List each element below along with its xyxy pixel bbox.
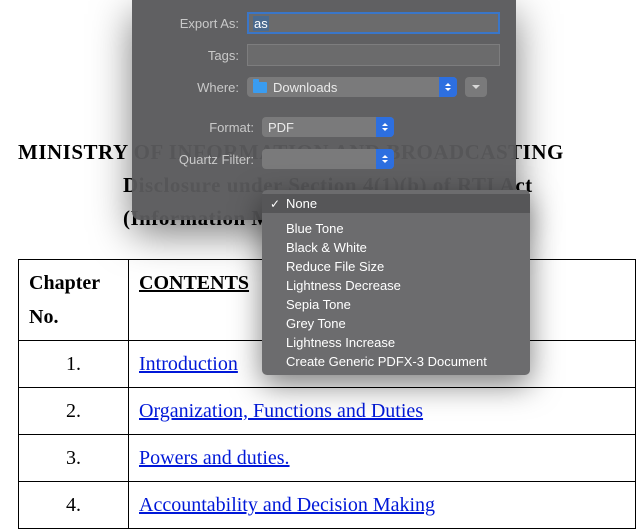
menu-item-sepia-tone[interactable]: Sepia Tone [262, 295, 530, 314]
where-label: Where: [132, 80, 247, 95]
menu-item-label: Lightness Decrease [286, 278, 401, 293]
format-value: PDF [268, 120, 294, 135]
checkmark-icon: ✓ [270, 197, 280, 211]
table-row: 4. Accountability and Decision Making [19, 482, 636, 529]
chapter-link[interactable]: Powers and duties. [139, 447, 290, 469]
menu-item-black-white[interactable]: Black & White [262, 238, 530, 257]
menu-item-label: Grey Tone [286, 316, 346, 331]
updown-arrows-icon [376, 117, 394, 137]
export-sheet: Export As: as Tags: Where: Downloads For… [132, 0, 516, 220]
export-as-input[interactable]: as [247, 12, 500, 34]
tags-label: Tags: [132, 48, 247, 63]
menu-item-lightness-decrease[interactable]: Lightness Decrease [262, 276, 530, 295]
menu-item-label: Reduce File Size [286, 259, 384, 274]
header-chapter-no: Chapter No. [19, 260, 129, 341]
quartz-filter-popup[interactable] [262, 149, 394, 169]
chapter-link[interactable]: Introduction [139, 353, 238, 375]
chapter-link[interactable]: Accountability and Decision Making [139, 494, 435, 516]
table-row: 2. Organization, Functions and Duties [19, 388, 636, 435]
chapter-number: 4. [19, 482, 129, 529]
tags-input[interactable] [247, 44, 500, 66]
menu-item-label: None [286, 196, 317, 211]
updown-arrows-icon [439, 77, 457, 97]
menu-item-label: Black & White [286, 240, 367, 255]
disclosure-button[interactable] [465, 77, 487, 97]
menu-item-create-pdfx3[interactable]: Create Generic PDFX-3 Document [262, 352, 530, 371]
where-popup[interactable]: Downloads [247, 77, 457, 97]
menu-item-reduce-file-size[interactable]: Reduce File Size [262, 257, 530, 276]
menu-item-none[interactable]: ✓ None [262, 194, 530, 213]
table-row: 3. Powers and duties. [19, 435, 636, 482]
quartz-filter-menu: ✓ None Blue Tone Black & White Reduce Fi… [262, 190, 530, 375]
export-as-value: as [253, 16, 269, 31]
menu-item-grey-tone[interactable]: Grey Tone [262, 314, 530, 333]
chapter-number: 2. [19, 388, 129, 435]
format-label: Format: [132, 120, 262, 135]
where-value: Downloads [273, 80, 337, 95]
updown-arrows-icon [376, 149, 394, 169]
chapter-link[interactable]: Organization, Functions and Duties [139, 400, 423, 422]
menu-item-label: Lightness Increase [286, 335, 395, 350]
menu-item-label: Create Generic PDFX-3 Document [286, 354, 487, 369]
menu-item-blue-tone[interactable]: Blue Tone [262, 219, 530, 238]
menu-item-label: Sepia Tone [286, 297, 351, 312]
menu-item-label: Blue Tone [286, 221, 344, 236]
chapter-number: 1. [19, 341, 129, 388]
quartz-filter-label: Quartz Filter: [132, 152, 262, 167]
export-as-label: Export As: [132, 16, 247, 31]
folder-icon [253, 82, 267, 93]
menu-item-lightness-increase[interactable]: Lightness Increase [262, 333, 530, 352]
format-popup[interactable]: PDF [262, 117, 394, 137]
chapter-number: 3. [19, 435, 129, 482]
